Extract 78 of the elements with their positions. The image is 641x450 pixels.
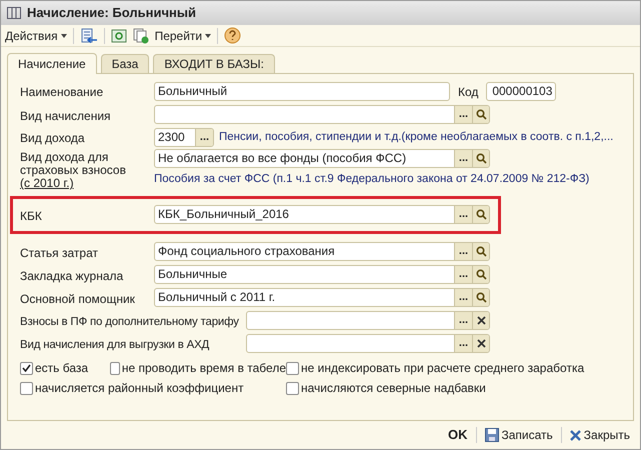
help-icon[interactable] — [224, 27, 242, 44]
save-button[interactable]: Записать — [484, 426, 553, 444]
search-icon — [476, 153, 486, 164]
caret-icon — [205, 34, 212, 38]
window-title: Начисление: Больничный — [27, 4, 196, 22]
select-button[interactable]: ... — [454, 266, 472, 282]
search-button[interactable] — [472, 242, 489, 260]
checkbox-label: не проводить время в табеле — [122, 360, 286, 377]
checkbox[interactable] — [286, 362, 299, 374]
close-icon — [570, 430, 581, 440]
input-field[interactable]: Больничные ... — [154, 264, 490, 284]
tab[interactable]: База — [100, 54, 150, 73]
check-icon — [22, 364, 31, 372]
input-field[interactable]: ... — [246, 311, 490, 330]
checkbox-label: начисляется районный коэффициент — [35, 380, 244, 397]
input-field[interactable]: 2300 ... — [154, 128, 214, 147]
select-button[interactable]: ... — [454, 312, 472, 329]
grid-icon — [7, 7, 21, 19]
search-icon — [476, 108, 486, 120]
input-field[interactable]: Больничный — [154, 82, 450, 101]
checkbox-label: не индексировать при расчете среднего заработка — [301, 360, 584, 377]
period-link[interactable]: (с 2010 г.) — [20, 177, 154, 190]
search-button[interactable] — [472, 150, 489, 167]
checkbox[interactable] — [286, 382, 299, 394]
search-button[interactable] — [472, 288, 489, 306]
close-button[interactable]: Закрыть — [570, 426, 630, 444]
checkbox[interactable] — [110, 362, 120, 374]
field-label: Вид дохода для страховых взносов — [20, 151, 127, 177]
input-field[interactable]: ... — [246, 334, 490, 353]
select-button[interactable]: ... — [454, 106, 472, 122]
input-field[interactable]: КБК_Больничный_2016 ... — [154, 205, 490, 224]
search-button[interactable] — [472, 106, 489, 122]
select-button[interactable]: ... — [454, 242, 472, 260]
close-icon — [476, 339, 486, 348]
select-button[interactable]: ... — [195, 129, 213, 146]
caret-icon — [60, 34, 67, 38]
input-field[interactable]: Фонд социального страхования ... — [154, 242, 490, 260]
checkbox[interactable] — [20, 362, 33, 374]
search-icon — [476, 292, 486, 302]
actions-menu[interactable]: Действия — [5, 26, 67, 44]
input-field[interactable]: Больничный с 2011 г. ... — [154, 288, 490, 306]
floppy-icon — [484, 428, 498, 442]
income-description: Пенсии, пособия, стипендии и т.д.(кроме необлагаемых в соотв. с п.1,2,... — [219, 130, 614, 145]
field-label: КБК — [20, 208, 43, 225]
clear-button[interactable] — [472, 335, 489, 352]
clear-button[interactable] — [472, 312, 489, 329]
field-label: Вид начисления для выгрузки в АХД — [20, 338, 210, 350]
goto-menu[interactable]: Перейти — [154, 26, 212, 44]
code-field[interactable]: 000000103 — [486, 82, 556, 101]
checkbox[interactable] — [20, 382, 33, 394]
select-button[interactable]: ... — [454, 206, 472, 223]
checkbox-label: есть база — [35, 360, 88, 377]
search-icon — [476, 268, 486, 280]
search-icon — [476, 209, 486, 220]
input-field[interactable]: Не облагается во все фонды (пособия ФСС) ... — [154, 149, 490, 168]
field-label: Вид дохода — [20, 130, 85, 144]
document-icon[interactable] — [80, 28, 98, 44]
select-button[interactable]: ... — [454, 335, 472, 352]
input-field[interactable]: ... — [154, 104, 490, 124]
search-button[interactable] — [472, 266, 489, 282]
field-label: Статья затрат — [20, 244, 100, 262]
tab[interactable]: ВХОДИТ В БАЗЫ: — [153, 54, 275, 73]
search-icon — [476, 246, 486, 256]
ok-button[interactable]: OK — [448, 425, 468, 445]
field-label: Закладка журнала — [20, 268, 124, 284]
select-button[interactable]: ... — [454, 288, 472, 306]
checkbox-label: начисляются северные надбавки — [301, 380, 486, 397]
copy-icon[interactable] — [132, 28, 149, 44]
select-button[interactable]: ... — [454, 150, 472, 167]
search-button[interactable] — [472, 206, 489, 223]
field-label: Вид начисления — [20, 108, 112, 124]
close-icon — [476, 316, 486, 325]
field-label: Основной помощник — [20, 290, 136, 308]
field-label: Наименование — [20, 84, 104, 98]
tab[interactable]: Начисление — [7, 53, 97, 74]
income-description: Пособия за счет ФСС (п.1 ч.1 ст.9 Федерального закона от 24.07.2009 № 212-ФЗ) — [154, 172, 590, 187]
field-label: Взносы в ПФ по дополнительному тарифу — [20, 316, 239, 328]
code-label: Код — [458, 84, 478, 100]
